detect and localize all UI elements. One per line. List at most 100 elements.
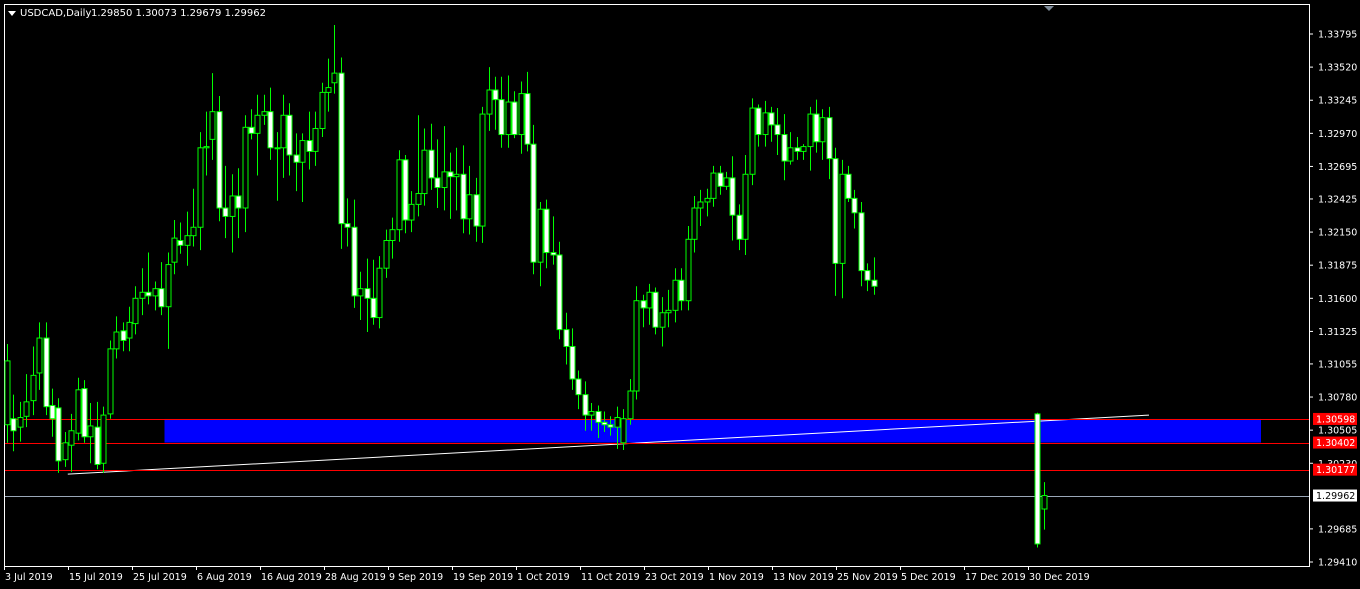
candle-body [845, 173, 852, 199]
y-tick-label: 1.31055 [1318, 359, 1357, 370]
x-tick-label: 6 Aug 2019 [197, 572, 252, 583]
candle-body [768, 112, 775, 126]
candle-body [203, 146, 210, 149]
candle-body [530, 143, 537, 263]
candle-body [781, 134, 788, 162]
candle-body [165, 264, 172, 308]
chart[interactable]: USDCAD,Daily 1.29850 1.30073 1.29679 1.2… [0, 0, 1360, 589]
candle-body [351, 226, 358, 297]
candle-body [807, 113, 814, 148]
candle [1034, 412, 1041, 548]
y-tick-label: 1.32425 [1318, 194, 1357, 205]
candle-body [691, 207, 698, 240]
candle-body [486, 89, 493, 115]
candle-body [113, 331, 120, 350]
candle [479, 106, 486, 243]
candle-body [132, 297, 139, 325]
candle-body [479, 113, 486, 227]
candle-body [492, 89, 499, 101]
x-tick-label: 15 Jul 2019 [69, 572, 123, 583]
y-tick-label: 1.31325 [1318, 327, 1357, 338]
candle-body [441, 171, 448, 189]
candle-body [819, 117, 826, 143]
candle-body [736, 214, 743, 240]
candle-body [794, 147, 801, 152]
candle-body [543, 208, 550, 254]
candle [652, 287, 659, 335]
candle-body [575, 378, 582, 396]
candle-body [659, 312, 666, 328]
candle-body [43, 337, 50, 408]
candle-body [524, 93, 531, 145]
candle-body [158, 288, 165, 308]
candle-body [556, 254, 563, 331]
candle-body [376, 267, 383, 319]
candle-body [325, 87, 332, 93]
x-tick-label: 17 Dec 2019 [965, 572, 1026, 583]
candle-body [434, 177, 441, 189]
y-tick-label: 1.30505 [1318, 426, 1357, 437]
candle [107, 340, 114, 419]
candle-body [729, 177, 736, 216]
candle-body [550, 252, 557, 256]
candle-body [518, 93, 525, 136]
y-tick-label: 1.32695 [1318, 162, 1357, 173]
candle-body [678, 279, 685, 302]
candle-body [858, 212, 865, 272]
candle-body [36, 337, 43, 374]
y-tick-label: 1.29410 [1318, 558, 1357, 569]
candle-body [68, 430, 75, 446]
candle-body [871, 279, 878, 287]
candle [81, 380, 88, 443]
candle-body [87, 425, 94, 438]
candle-body [652, 291, 659, 328]
x-tick-label: 13 Nov 2019 [773, 572, 834, 583]
candle-body [832, 158, 839, 264]
y-tick-label: 1.33795 [1318, 30, 1357, 41]
candle-body [466, 194, 473, 220]
candle-body [197, 147, 204, 228]
candle-body [171, 237, 178, 263]
x-tick-label: 25 Jul 2019 [133, 572, 187, 583]
x-tick-label: 1 Nov 2019 [709, 572, 764, 583]
plot-frame [4, 4, 1310, 567]
candle-body [126, 321, 133, 339]
candle-body [235, 195, 242, 209]
candle-body [755, 107, 762, 136]
candle-body [646, 291, 653, 309]
candle-body [49, 404, 56, 420]
candle-body [421, 149, 428, 195]
candle-body [152, 288, 159, 297]
candle-body [312, 128, 319, 152]
candle [556, 241, 563, 340]
candle-body [704, 197, 711, 203]
candle [216, 96, 223, 222]
candle-body [338, 72, 345, 225]
candle-body [665, 309, 672, 314]
candle-body [396, 159, 403, 231]
candle-body [120, 330, 127, 341]
x-tick-label: 11 Oct 2019 [581, 572, 640, 583]
candle-body [742, 173, 749, 240]
candle-body [1041, 495, 1048, 510]
x-tick-label: 28 Aug 2019 [325, 572, 386, 583]
candle-body [710, 172, 717, 199]
candle-body [800, 146, 807, 152]
candle-body [537, 208, 544, 263]
candle-body [75, 389, 82, 434]
candle-body [505, 101, 512, 136]
candle-body [640, 300, 647, 309]
x-tick-label: 3 Jul 2019 [5, 572, 53, 583]
candle-body [614, 417, 621, 428]
candle-body [588, 410, 595, 416]
candle-body [248, 126, 255, 134]
candle-body [717, 172, 724, 187]
x-tick-label: 30 Dec 2019 [1029, 572, 1090, 583]
candle-body [749, 107, 756, 175]
level-price-label: 1.30598 [1316, 414, 1355, 425]
candle-body [370, 297, 377, 319]
candle-body [511, 101, 518, 136]
candle-body [473, 194, 480, 227]
candle-body [787, 147, 794, 162]
candle-body [428, 149, 435, 179]
